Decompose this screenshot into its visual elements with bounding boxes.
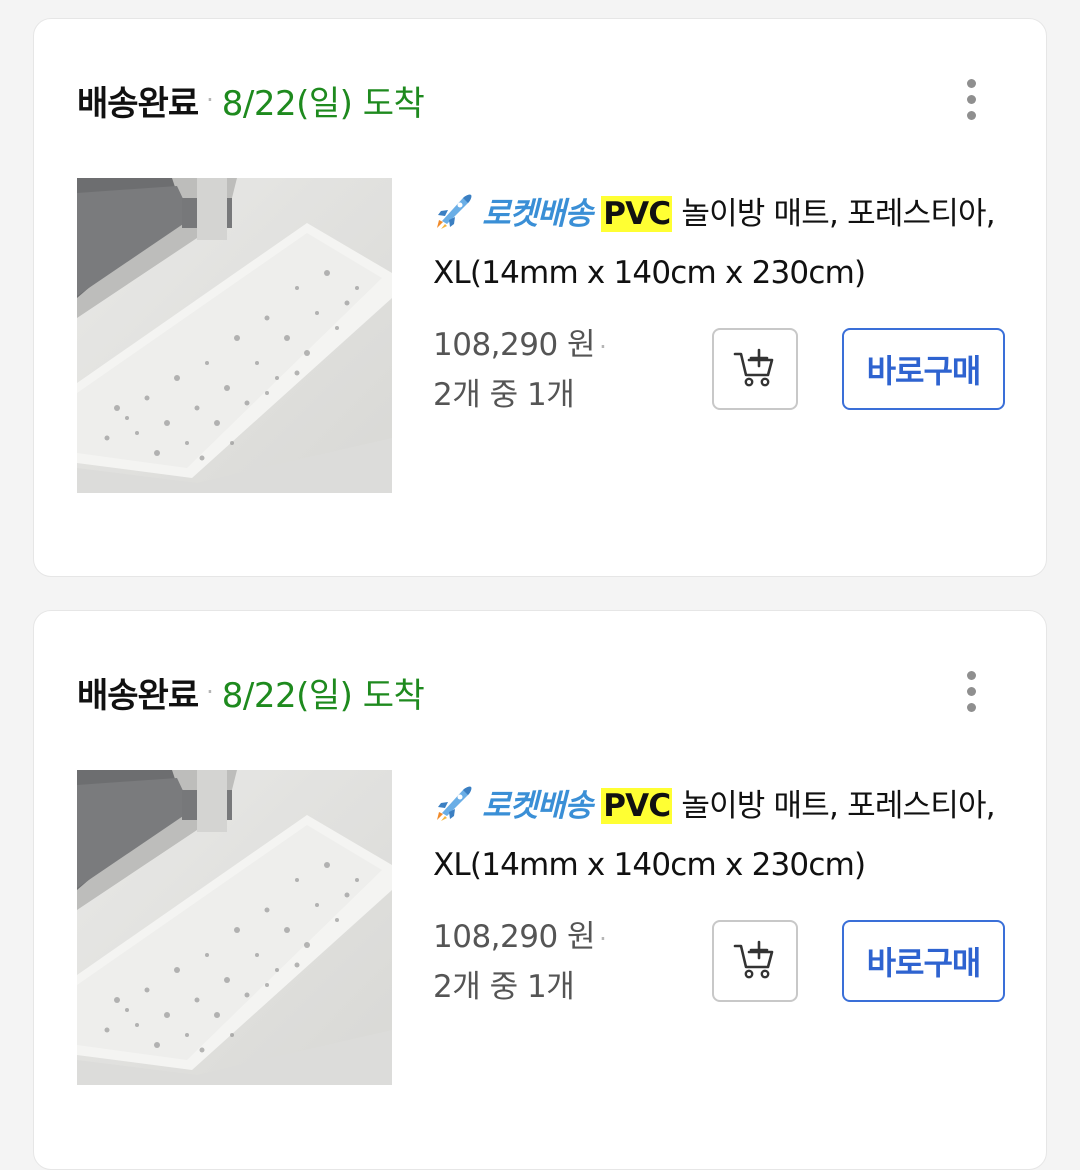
delivery-status: 배송완료 <box>77 83 199 124</box>
delivery-status: 배송완료 <box>77 675 199 716</box>
buy-now-button[interactable]: 바로구매 <box>842 920 1005 1002</box>
product-title[interactable]: 로켓배송 PVC 놀이방 매트, 포레스티아, XL(14mm x 140cm … <box>433 185 1008 303</box>
price: 108,290 원 <box>433 327 596 363</box>
quantity: 2개 중 1개 <box>433 969 575 1005</box>
rocket-icon <box>437 194 472 229</box>
delivery-status-row: 배송완료 · 8/22(일) 도착 <box>77 667 425 717</box>
more-options-icon[interactable] <box>956 669 986 713</box>
delivery-status-row: 배송완료 · 8/22(일) 도착 <box>77 75 425 125</box>
product-image[interactable] <box>77 770 392 1085</box>
rocket-delivery-label: 로켓배송 <box>482 788 593 824</box>
arrival-date: 8/22(일) 도착 <box>221 675 425 716</box>
price-row: 108,290 원 · <box>433 320 607 372</box>
product-title[interactable]: 로켓배송 PVC 놀이방 매트, 포레스티아, XL(14mm x 140cm … <box>433 777 1008 895</box>
add-to-cart-button[interactable] <box>712 920 798 1002</box>
product-image[interactable] <box>77 178 392 493</box>
title-highlight: PVC <box>601 788 673 824</box>
rocket-delivery-label: 로켓배송 <box>482 196 593 232</box>
price: 108,290 원 <box>433 919 596 955</box>
more-options-icon[interactable] <box>956 77 986 121</box>
order-card[interactable]: 배송완료 · 8/22(일) 도착 로켓배송 PVC 놀이방 매트, 포레스티아… <box>33 18 1047 577</box>
add-to-cart-button[interactable] <box>712 328 798 410</box>
add-to-cart-icon <box>733 940 774 979</box>
status-separator: · <box>206 86 214 114</box>
quantity: 2개 중 1개 <box>433 377 575 413</box>
price-separator: · <box>599 333 607 361</box>
title-highlight: PVC <box>601 196 673 232</box>
status-separator: · <box>206 678 214 706</box>
add-to-cart-icon <box>733 348 774 387</box>
price-separator: · <box>599 925 607 953</box>
rocket-icon <box>437 786 472 821</box>
price-row: 108,290 원 · <box>433 912 607 964</box>
buy-now-button[interactable]: 바로구매 <box>842 328 1005 410</box>
arrival-date: 8/22(일) 도착 <box>221 83 425 124</box>
order-card[interactable]: 배송완료 · 8/22(일) 도착 로켓배송 PVC 놀이방 매트, 포레스티아… <box>33 610 1047 1170</box>
